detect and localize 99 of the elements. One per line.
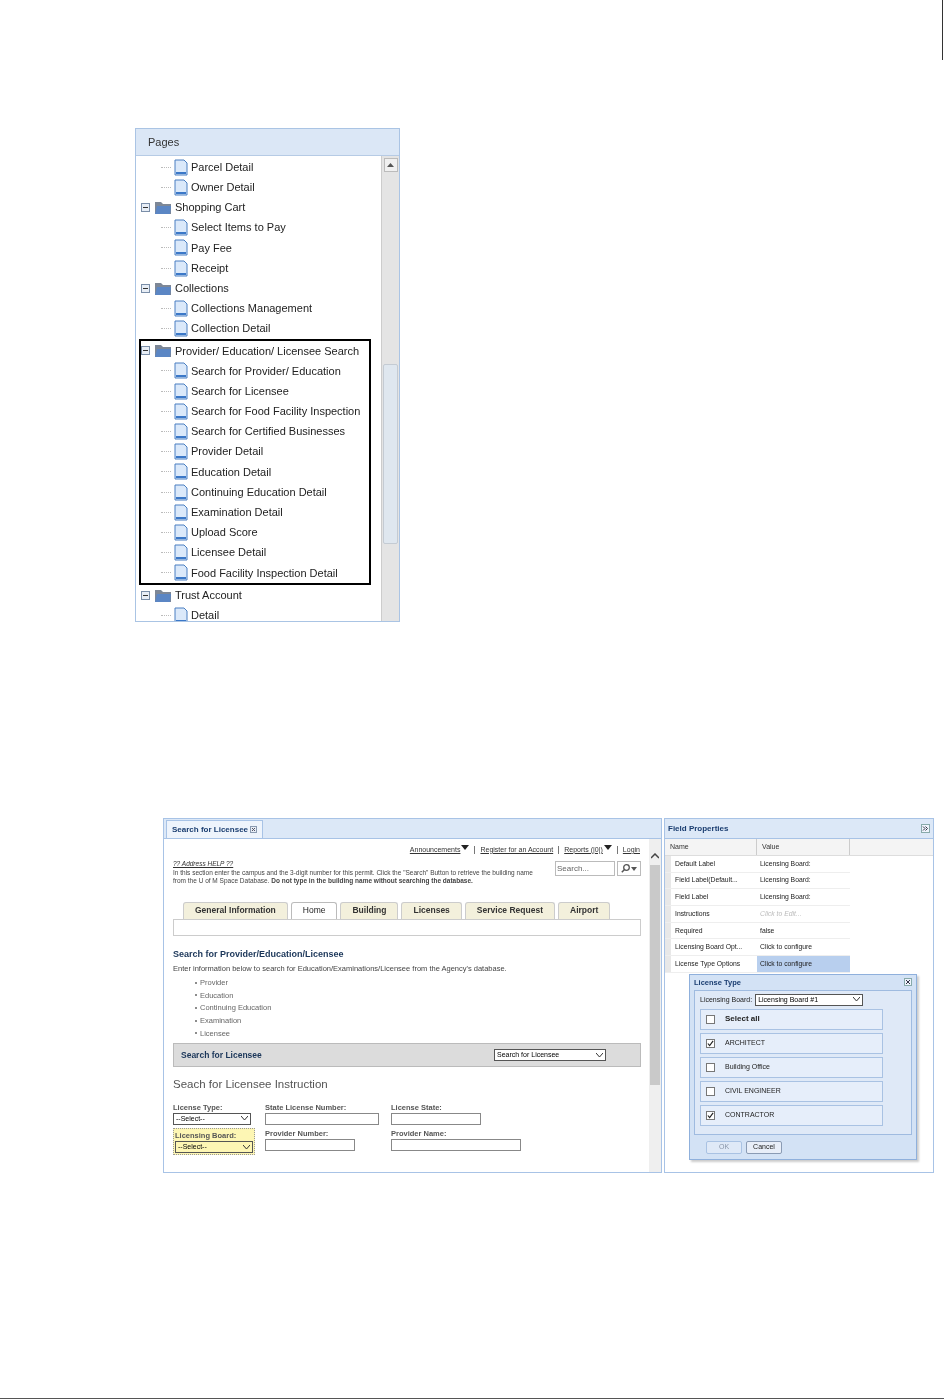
page-icon (174, 402, 188, 420)
row-handle[interactable] (665, 856, 671, 872)
tree-item[interactable]: Search for Food Facility Inspection (191, 403, 361, 420)
page-icon (174, 219, 188, 237)
tree-item[interactable]: Education Detail (191, 463, 272, 481)
scroll-thumb[interactable] (383, 364, 398, 544)
tree-item[interactable]: Receipt (191, 259, 229, 277)
search-icon (621, 864, 630, 873)
row-handle[interactable] (665, 906, 671, 922)
page-icon (174, 382, 188, 400)
close-icon[interactable] (250, 826, 258, 833)
tree-folder[interactable]: Trust Account (175, 586, 242, 604)
input-field[interactable] (265, 1112, 379, 1125)
tree-item[interactable]: Upload Score (191, 524, 258, 541)
page-icon (174, 463, 188, 481)
tree-item[interactable]: Search for Certified Businesses (191, 423, 346, 440)
nav-tab[interactable]: General Information (183, 901, 288, 919)
expand-panel-icon[interactable] (921, 824, 930, 833)
checkbox[interactable] (706, 1086, 715, 1096)
checkbox[interactable] (706, 1014, 715, 1024)
document-tab[interactable]: Search for Licensee (166, 820, 264, 838)
search-button[interactable] (617, 861, 641, 876)
tree-item[interactable]: Examination Detail (191, 504, 283, 521)
nav-tab[interactable]: Licenses (401, 901, 462, 919)
search-field[interactable]: Search... (555, 861, 615, 876)
collapse-icon[interactable] (141, 202, 150, 212)
tree-item[interactable]: Pay Fee (191, 239, 232, 257)
instruction-title: Seach for Licensee Instruction (173, 1077, 329, 1093)
folder-icon (154, 343, 172, 359)
page-icon (174, 158, 188, 176)
tree-item[interactable]: Search for Licensee (191, 382, 289, 400)
page-icon (174, 443, 188, 461)
tree-item[interactable]: Search for Provider/ Education (191, 362, 341, 380)
page-icon (174, 564, 188, 582)
page-icon (174, 523, 188, 541)
tree-item[interactable]: Detail (191, 606, 220, 621)
scroll-up-icon[interactable] (651, 853, 659, 859)
row-handle[interactable] (665, 956, 671, 972)
folder-icon (154, 587, 172, 603)
tree-item[interactable]: Food Facility Inspection Detail (191, 564, 338, 582)
checkbox[interactable] (706, 1062, 715, 1072)
section-title: Search for Licensee (181, 1049, 262, 1062)
chevron-down-icon (853, 997, 861, 1003)
checkbox[interactable] (706, 1110, 715, 1120)
page-icon (174, 483, 188, 501)
page-icon (174, 606, 188, 621)
page-icon (174, 423, 188, 441)
tree-item[interactable]: Parcel Detail (191, 158, 254, 176)
input-field[interactable] (265, 1139, 355, 1152)
option-label: Select all (725, 1013, 760, 1026)
caret-icon (603, 844, 612, 850)
scrollbar[interactable] (649, 839, 661, 1172)
section-heading: Search for Provider/Education/Licensee (173, 947, 345, 961)
panel-title: Field Properties (668, 822, 729, 835)
page-icon (174, 299, 188, 317)
page-icon (174, 503, 188, 521)
page-icon (174, 544, 188, 562)
caret-icon (631, 866, 637, 871)
nav-tab[interactable]: Building (340, 901, 399, 919)
checkbox[interactable] (706, 1038, 715, 1048)
tree-folder[interactable]: Shopping Cart (175, 199, 246, 216)
chevron-down-icon (241, 1116, 248, 1122)
scroll-up-icon[interactable] (383, 158, 398, 172)
tree-item[interactable]: Owner Detail (191, 179, 255, 196)
tree-folder[interactable]: Provider/ Education/ Licensee Search (175, 342, 360, 360)
tree-item[interactable]: Licensee Detail (191, 544, 267, 561)
page-icon (174, 362, 188, 380)
folder-icon (154, 280, 172, 296)
collapse-icon[interactable] (141, 590, 150, 600)
option-row[interactable]: Select all (700, 1008, 883, 1030)
scroll-thumb[interactable] (650, 865, 660, 1085)
tree-item[interactable]: Continuing Education Detail (191, 483, 327, 501)
page-icon (174, 320, 188, 338)
close-icon[interactable] (904, 978, 912, 987)
tree-item[interactable]: Collections Management (191, 300, 313, 317)
nav-tab[interactable]: Home (290, 901, 338, 919)
page-icon (174, 239, 188, 257)
collapse-icon[interactable] (141, 283, 150, 293)
row-handle[interactable] (665, 922, 671, 939)
row-handle[interactable] (665, 872, 671, 889)
caret-icon (461, 844, 470, 850)
panel-title: Pages (148, 134, 180, 150)
nav-tab[interactable]: Service Request (464, 901, 555, 919)
tree-item[interactable]: Provider Detail (191, 443, 264, 460)
input-field[interactable] (391, 1139, 521, 1152)
page-icon (174, 178, 188, 196)
scrollbar[interactable] (381, 156, 399, 621)
tree-folder[interactable]: Collections (175, 279, 229, 297)
collapse-icon[interactable] (141, 346, 150, 356)
nav-tab[interactable]: Airport (558, 901, 611, 919)
row-handle[interactable] (665, 889, 671, 906)
page-icon (174, 259, 188, 277)
chevron-down-icon (243, 1144, 250, 1150)
folder-icon (154, 199, 172, 215)
tree-item[interactable]: Select Items to Pay (191, 219, 286, 236)
row-handle[interactable] (665, 939, 671, 956)
tree-item[interactable]: Collection Detail (191, 320, 271, 337)
input-field[interactable] (391, 1112, 481, 1125)
chevron-down-icon (596, 1052, 603, 1058)
